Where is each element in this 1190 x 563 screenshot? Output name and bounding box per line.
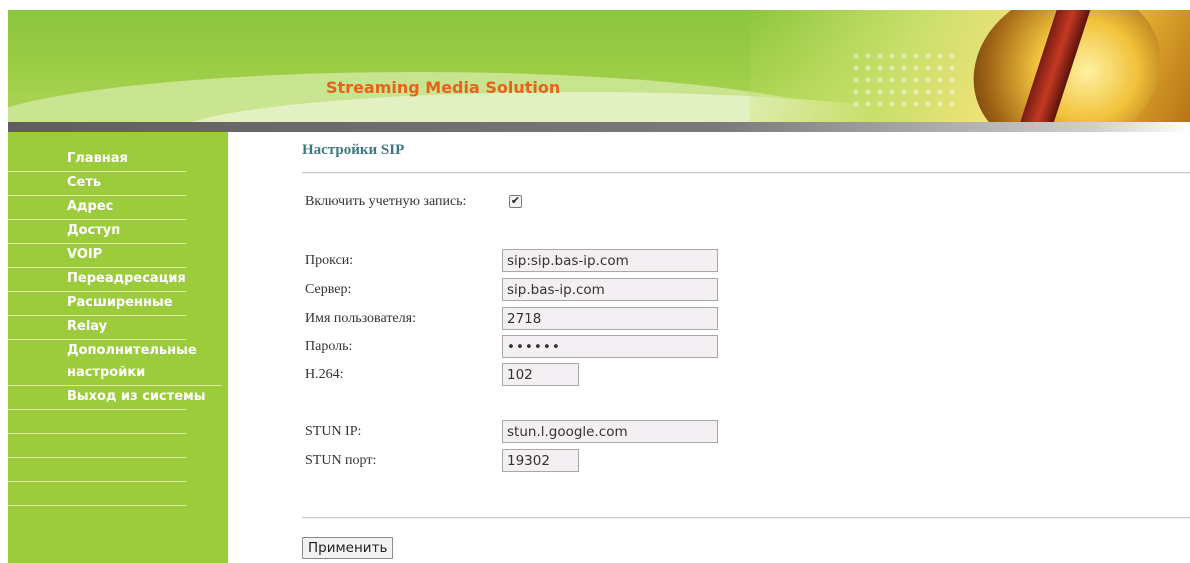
sidebar-item-logout[interactable]: Выход из системы xyxy=(8,386,205,410)
sidebar-item-forwarding[interactable]: Переадресация xyxy=(8,268,186,292)
proxy-label: Прокси: xyxy=(305,253,354,268)
sidebar-empty-row xyxy=(8,458,186,482)
sidebar-empty-row xyxy=(8,434,186,458)
sidebar-item-relay[interactable]: Relay xyxy=(8,316,186,340)
footer-divider xyxy=(302,517,1190,519)
title-divider xyxy=(302,172,1190,174)
sidebar: Главная Сеть Адрес Доступ VOIP Переадрес… xyxy=(8,132,228,563)
header-banner: Streaming Media Solution xyxy=(8,10,1190,122)
username-field[interactable] xyxy=(502,307,718,330)
sidebar-item-advanced[interactable]: Расширенные xyxy=(8,292,186,316)
stun-port-field[interactable] xyxy=(502,449,579,472)
server-field[interactable] xyxy=(502,278,718,301)
enable-account-label: Включить учетную запись: xyxy=(305,194,467,209)
sidebar-item-network[interactable]: Сеть xyxy=(8,172,186,196)
sidebar-item-address[interactable]: Адрес xyxy=(8,196,186,220)
server-label: Сервер: xyxy=(305,282,352,297)
username-label: Имя пользователя: xyxy=(305,311,416,326)
h264-field[interactable] xyxy=(502,363,579,386)
sidebar-item-access[interactable]: Доступ xyxy=(8,220,186,244)
password-field[interactable] xyxy=(502,335,718,358)
sidebar-item-home[interactable]: Главная xyxy=(8,148,186,172)
sidebar-empty-row xyxy=(8,410,186,434)
page-title: Настройки SIP xyxy=(302,142,405,158)
proxy-field[interactable] xyxy=(502,249,718,272)
apply-button[interactable]: Применить xyxy=(302,537,394,559)
stun-port-label: STUN порт: xyxy=(305,453,377,468)
sidebar-empty-row xyxy=(8,482,186,506)
enable-account-checkbox[interactable]: ✔ xyxy=(509,195,522,208)
header-divider-bar xyxy=(8,122,1190,132)
sidebar-item-additional-settings[interactable]: Дополнительные настройки xyxy=(8,340,222,386)
stun-ip-field[interactable] xyxy=(502,420,718,443)
header-title: Streaming Media Solution xyxy=(326,78,561,97)
banner-dots-decoration xyxy=(850,50,960,110)
stun-ip-label: STUN IP: xyxy=(305,424,362,439)
sidebar-item-voip[interactable]: VOIP xyxy=(8,244,186,268)
password-label: Пароль: xyxy=(305,339,353,354)
h264-label: H.264: xyxy=(305,367,344,382)
